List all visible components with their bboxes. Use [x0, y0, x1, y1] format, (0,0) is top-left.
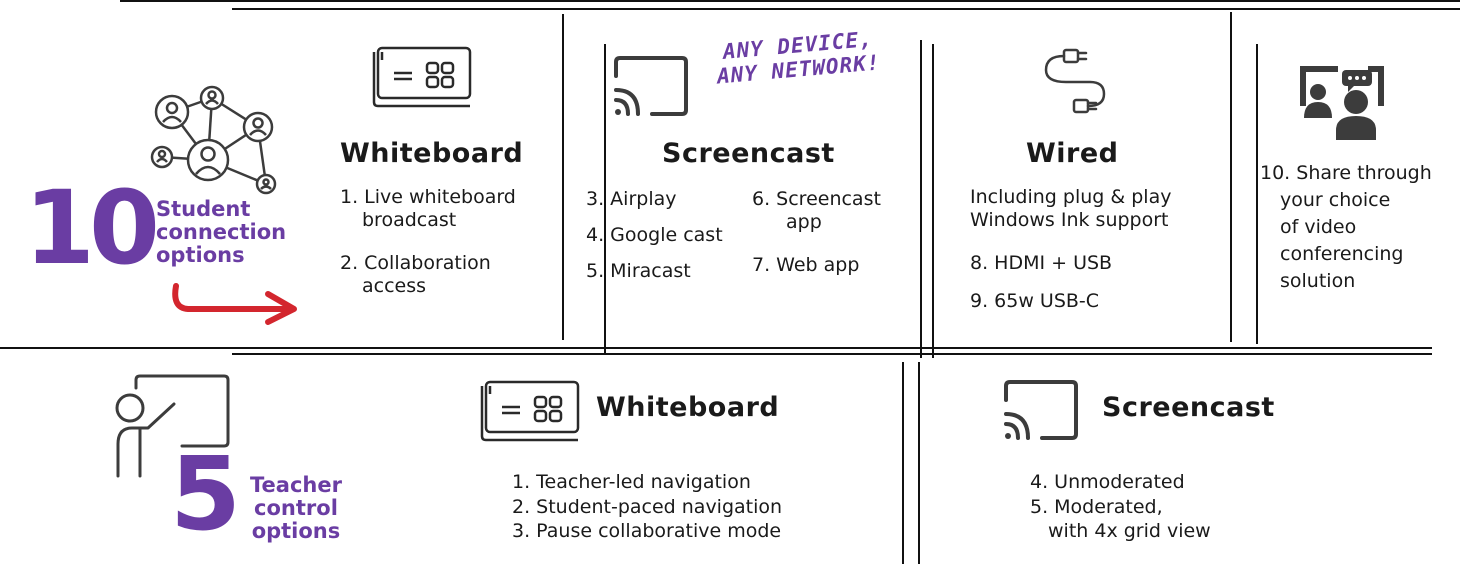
divider-v4	[932, 44, 934, 358]
network-people-icon	[140, 82, 290, 202]
teacher-count: 5	[170, 435, 241, 554]
top-rule	[120, 0, 1460, 2]
teacher-item-5-cont: with 4x grid view	[1048, 520, 1211, 543]
video-conferencing-item-10: 10. Share through your choice of video c…	[1260, 162, 1432, 292]
teacher-whiteboard-items: 1. Teacher-led navigation 2. Student-pac…	[512, 470, 782, 544]
wired-item-9: 9. 65w USB-C	[970, 290, 1100, 312]
top-rule-second	[232, 8, 1460, 10]
divider-v1	[562, 14, 564, 340]
screencast-item-4: 4. Google cast	[586, 224, 723, 246]
divider-v6	[1256, 44, 1258, 344]
teacher-whiteboard-title: Whiteboard	[596, 392, 780, 423]
video-conference-icon	[1298, 62, 1388, 140]
middle-rule	[0, 347, 1432, 349]
screencast-item-5: 5. Miracast	[586, 260, 691, 282]
screencast-item-7: 7. Web app	[752, 254, 860, 276]
wired-title: Wired	[1026, 138, 1119, 169]
middle-rule-second	[232, 353, 1432, 355]
student-screencast-title: Screencast	[662, 138, 835, 169]
teacher-screencast-title: Screencast	[1102, 392, 1275, 423]
divider-v3	[920, 40, 922, 358]
student-count: 10	[24, 169, 160, 288]
teacher-item-1: 1. Teacher-led navigation	[512, 471, 751, 493]
student-whiteboard-title: Whiteboard	[340, 138, 524, 169]
divider-v8	[918, 362, 920, 564]
screencast-item-6: 6. Screencast app	[752, 188, 881, 233]
wired-intro: Including plug & play Windows Ink suppor…	[970, 186, 1172, 231]
teacher-screencast-icon	[1002, 378, 1080, 442]
any-device-callout: ANY DEVICE, ANY NETWORK!	[716, 26, 882, 89]
teacher-screencast-items: 4. Unmoderated 5. Moderated, with 4x gri…	[1030, 470, 1211, 544]
teacher-item-2: 2. Student-paced navigation	[512, 495, 783, 518]
student-whiteboard-item-2: 2. Collaboration access	[340, 252, 491, 297]
student-label: Student connection options	[156, 197, 287, 268]
teacher-whiteboard-icon	[480, 380, 582, 442]
arrow-icon	[168, 282, 304, 328]
divider-v5	[1230, 12, 1232, 342]
teacher-label: Teacher control options	[250, 473, 342, 544]
wired-item-8: 8. HDMI + USB	[970, 252, 1113, 274]
student-whiteboard-item-1: 1. Live whiteboard broadcast	[340, 186, 516, 231]
teacher-item-5: 5. Moderated,	[1030, 495, 1163, 518]
cable-icon	[1034, 38, 1118, 118]
teacher-item-4: 4. Unmoderated	[1030, 471, 1185, 493]
teacher-item-3: 3. Pause collaborative mode	[512, 520, 782, 543]
divider-v7	[902, 362, 904, 564]
screencast-icon	[612, 54, 690, 118]
screencast-item-3: 3. Airplay	[586, 188, 677, 210]
whiteboard-icon	[372, 46, 474, 108]
